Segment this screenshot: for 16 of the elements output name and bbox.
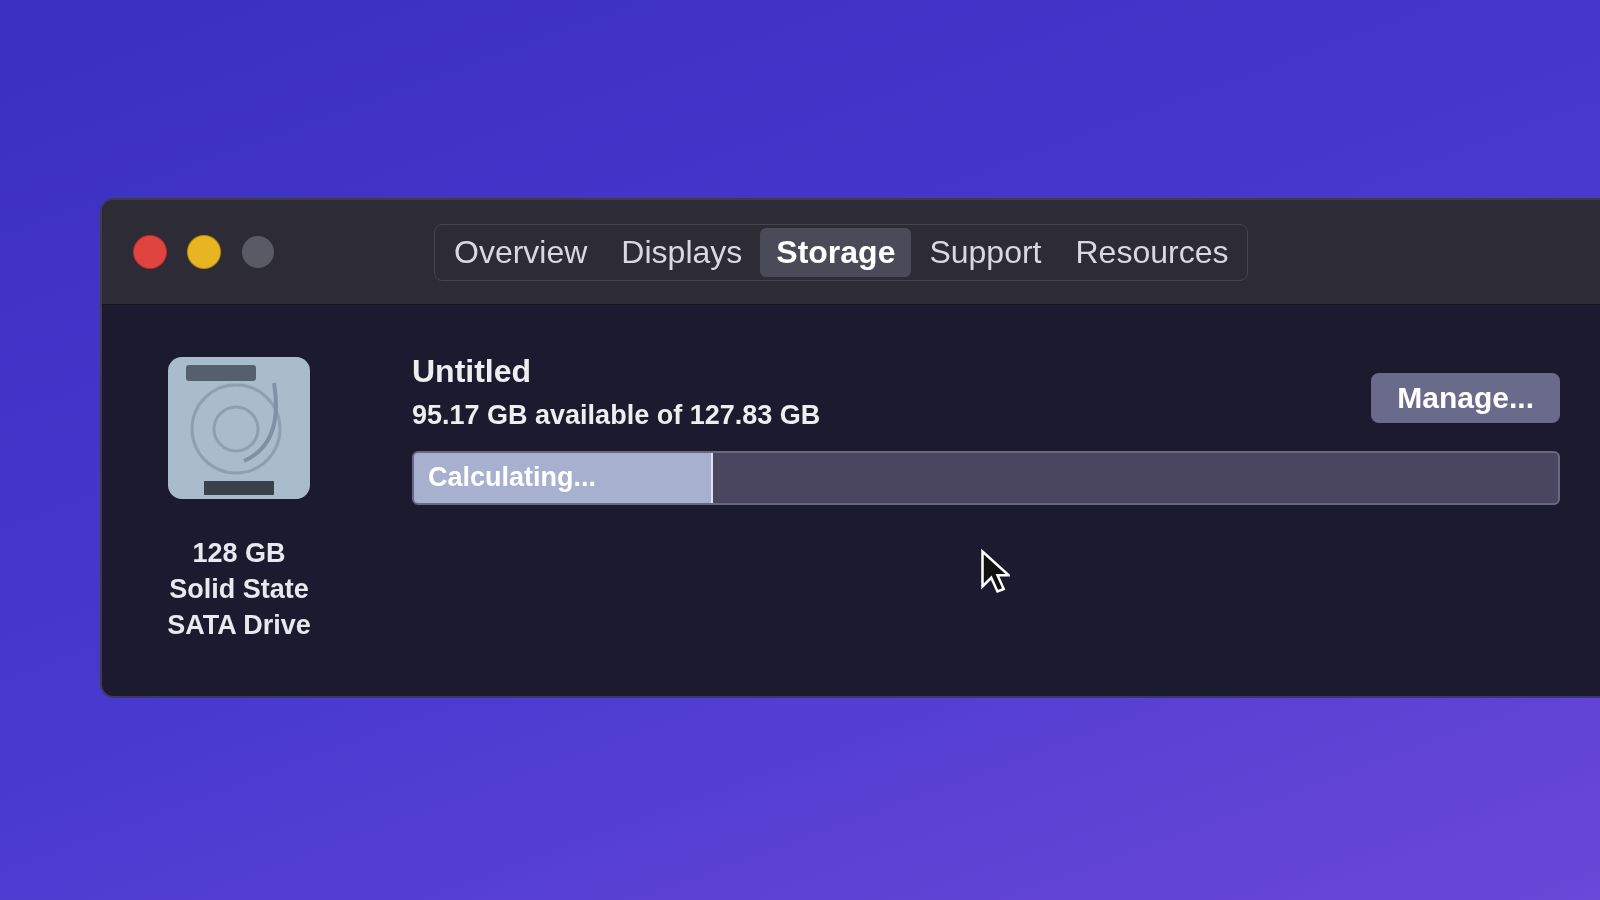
- bar-label: Calculating...: [428, 462, 597, 493]
- available-space-text: 95.17 GB available of 127.83 GB: [412, 400, 821, 431]
- tab[interactable]: Displays: [605, 227, 759, 277]
- cursor-icon: [980, 549, 1010, 594]
- drive-info-text: 128 GB: [192, 537, 286, 570]
- drive-info-text: SATA Drive: [167, 609, 311, 642]
- zoom-button[interactable]: [242, 236, 274, 268]
- tab[interactable]: Overview: [438, 227, 604, 277]
- manage-button[interactable]: Manage...: [1371, 373, 1560, 423]
- drive-info-text: Solid State: [169, 573, 309, 606]
- volume-name: Untitled: [412, 353, 533, 390]
- tab[interactable]: Storage: [760, 227, 912, 277]
- tab[interactable]: Support: [913, 227, 1058, 277]
- close-button[interactable]: [134, 236, 166, 268]
- tab[interactable]: Resources: [1059, 227, 1245, 277]
- minimize-button[interactable]: [188, 236, 220, 268]
